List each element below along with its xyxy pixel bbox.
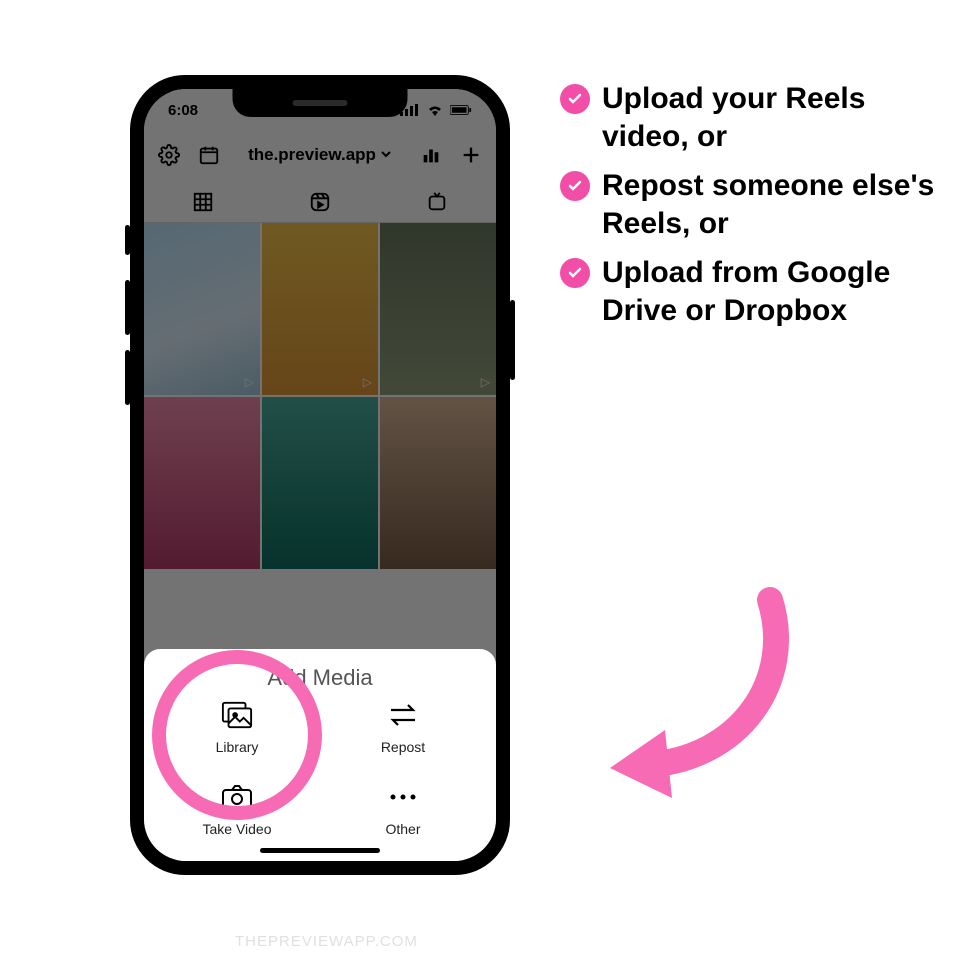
watermark: THEPREVIEWAPP.COM: [235, 933, 418, 950]
more-icon: [387, 781, 419, 813]
chevron-down-icon: [380, 145, 392, 165]
feed-tabstrip: [144, 181, 496, 223]
check-icon: [560, 84, 590, 114]
account-name: the.preview.app: [248, 145, 376, 165]
status-time: 6:08: [168, 102, 198, 119]
instruction-item: Upload from Google Drive or Dropbox: [560, 254, 955, 331]
media-tile[interactable]: [380, 397, 496, 569]
grid-tab-icon[interactable]: [192, 191, 214, 213]
instruction-item: Repost someone else's Reels, or: [560, 167, 955, 244]
sheet-item-library[interactable]: Library: [154, 699, 320, 755]
volume-up-button: [125, 280, 130, 335]
camera-icon: [221, 781, 253, 813]
library-icon: [221, 699, 253, 731]
instruction-item: Upload your Reels video, or: [560, 80, 955, 157]
mute-switch: [125, 225, 130, 255]
media-tile[interactable]: ▷: [144, 223, 260, 395]
power-button: [510, 300, 515, 380]
sheet-item-label: Repost: [381, 739, 425, 755]
wifi-icon: [424, 99, 446, 121]
sheet-item-label: Other: [385, 821, 420, 837]
instruction-list: Upload your Reels video, or Repost someo…: [560, 80, 955, 330]
sheet-title: Add Media: [154, 665, 486, 691]
check-icon: [560, 258, 590, 288]
phone-notch: [233, 89, 408, 117]
instruction-text: Upload your Reels video, or: [602, 80, 955, 157]
callout-arrow: [590, 580, 820, 815]
account-switcher[interactable]: the.preview.app: [248, 145, 392, 165]
phone-screen: 6:08: [144, 89, 496, 861]
add-media-sheet: Add Media Library Repost: [144, 649, 496, 861]
check-icon: [560, 171, 590, 201]
volume-down-button: [125, 350, 130, 405]
play-icon: ▷: [363, 375, 372, 389]
play-icon: ▷: [481, 375, 490, 389]
battery-icon: [450, 99, 472, 121]
media-tile[interactable]: ▷: [262, 223, 378, 395]
status-icons: [398, 99, 472, 121]
settings-icon[interactable]: [158, 144, 180, 166]
calendar-icon[interactable]: [198, 144, 220, 166]
reels-tab-icon[interactable]: [309, 191, 331, 213]
media-tile[interactable]: [144, 397, 260, 569]
instruction-text: Upload from Google Drive or Dropbox: [602, 254, 955, 331]
media-tile[interactable]: [262, 397, 378, 569]
sheet-item-label: Library: [216, 739, 259, 755]
media-tile[interactable]: ▷: [380, 223, 496, 395]
igtv-tab-icon[interactable]: [426, 191, 448, 213]
sheet-item-other[interactable]: Other: [320, 781, 486, 837]
phone-frame: 6:08: [130, 75, 510, 875]
play-icon: ▷: [245, 375, 254, 389]
home-indicator: [260, 848, 380, 853]
instruction-text: Repost someone else's Reels, or: [602, 167, 955, 244]
add-icon[interactable]: [460, 144, 482, 166]
analytics-icon[interactable]: [420, 144, 442, 166]
repost-icon: [387, 699, 419, 731]
sheet-item-take-video[interactable]: Take Video: [154, 781, 320, 837]
app-toolbar: the.preview.app: [144, 131, 496, 179]
sheet-item-repost[interactable]: Repost: [320, 699, 486, 755]
sheet-item-label: Take Video: [202, 821, 271, 837]
